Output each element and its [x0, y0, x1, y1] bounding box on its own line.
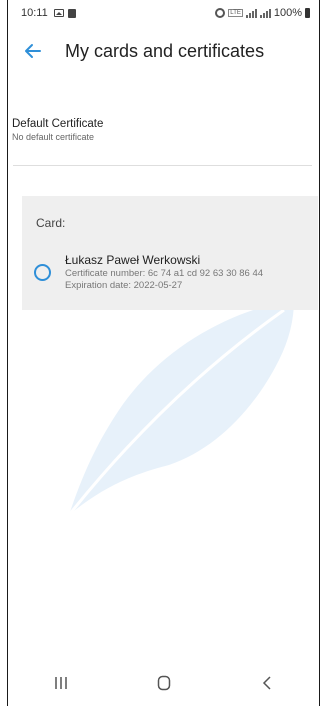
back-button[interactable]	[11, 29, 55, 73]
status-indicators: LTE 100%	[215, 7, 310, 19]
feather-watermark-icon	[67, 300, 294, 516]
divider	[13, 165, 312, 166]
recents-icon	[54, 677, 67, 689]
device-frame-right	[319, 0, 327, 706]
battery-percentage: 100%	[273, 7, 302, 19]
card-label: Card:	[36, 216, 66, 230]
back-icon	[262, 676, 271, 690]
lock-notification-icon	[67, 8, 76, 18]
default-certificate-item[interactable]: Default Certificate No default certifica…	[12, 118, 318, 142]
default-certificate-title: Default Certificate	[12, 118, 104, 130]
certificate-expiration: Expiration date: 2022-05-27	[65, 280, 183, 291]
battery-icon	[305, 8, 310, 18]
gallery-notification-icon	[53, 9, 64, 17]
lte-icon: LTE	[228, 9, 243, 17]
signal-icon	[245, 8, 257, 18]
recents-button[interactable]	[31, 663, 91, 703]
system-navigation-bar	[9, 660, 318, 706]
status-bar: 10:11 LTE 100%	[9, 0, 318, 26]
arrow-back-icon	[25, 44, 41, 58]
certificate-holder: Łukasz Paweł Werkowski	[65, 253, 201, 267]
device-frame-left	[0, 0, 8, 706]
home-icon	[157, 675, 170, 691]
card-panel: Card: Łukasz Paweł Werkowski Certificate…	[22, 196, 318, 310]
signal-icon-secondary	[259, 8, 271, 18]
certificate-item[interactable]: Łukasz Paweł Werkowski Certificate numbe…	[34, 253, 314, 291]
home-button[interactable]	[134, 663, 194, 703]
screen: 10:11 LTE 100% My cards and certificates…	[9, 0, 318, 706]
app-bar: My cards and certificates	[9, 26, 318, 76]
page-title: My cards and certificates	[65, 40, 265, 61]
default-certificate-value: No default certificate	[12, 132, 95, 142]
nav-back-button[interactable]	[237, 663, 297, 703]
certificate-radio-button[interactable]	[34, 264, 51, 281]
certificate-number: Certificate number: 6c 74 a1 cd 92 63 30…	[65, 268, 264, 279]
certificate-details: Łukasz Paweł Werkowski Certificate numbe…	[65, 253, 263, 291]
status-time: 10:11	[21, 7, 48, 19]
alarm-icon	[215, 8, 226, 18]
